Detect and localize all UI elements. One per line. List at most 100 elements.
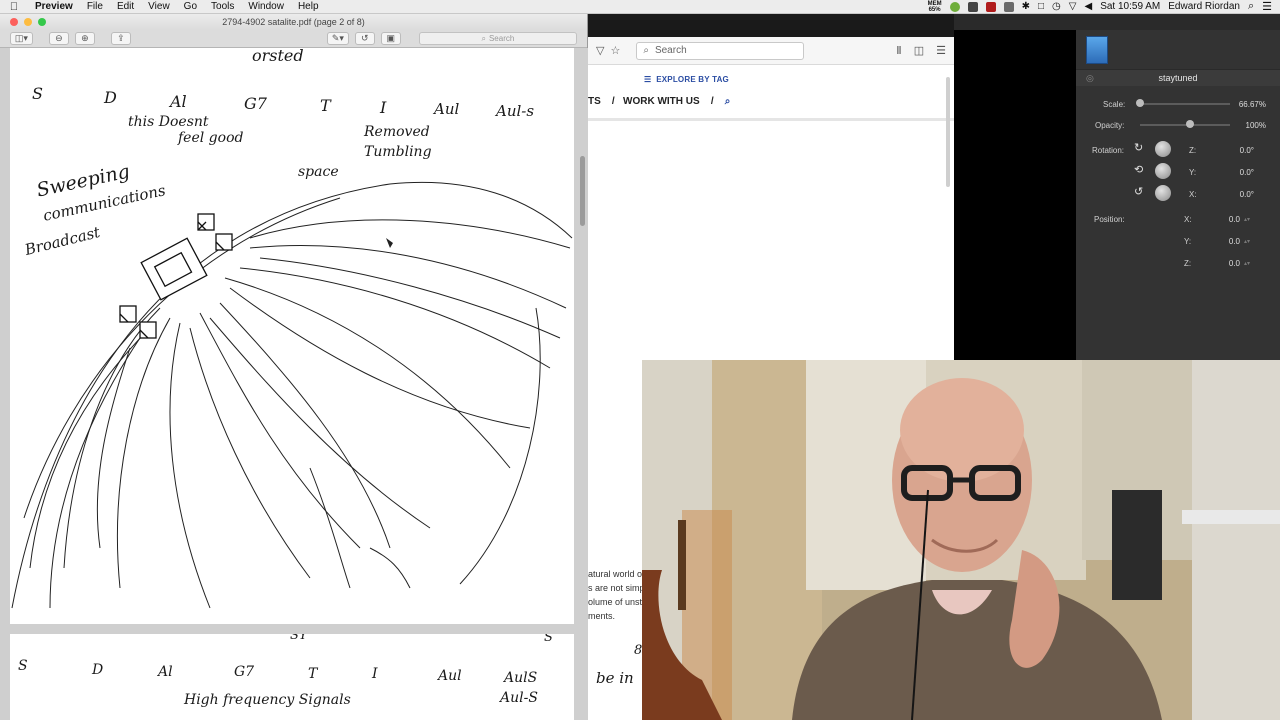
scale-value[interactable]: 66.67% (1198, 100, 1266, 109)
opacity-slider-knob[interactable] (1185, 120, 1194, 128)
note2-row-d: D (92, 662, 104, 678)
desktop:  Preview File Edit View Go Tools Window… (0, 0, 1280, 720)
pdf-pages-area[interactable]: orsted S D Al G7 T I Aul Aul-s this Does… (0, 48, 588, 720)
search-icon: ⌕ (481, 33, 486, 43)
menu-edit[interactable]: Edit (110, 1, 141, 12)
scale-slider-knob[interactable] (1136, 99, 1144, 107)
rotation-x-label: X: (1189, 190, 1197, 199)
rotation-z-dial[interactable] (1155, 141, 1171, 157)
menu-file[interactable]: File (80, 1, 110, 12)
sidebar-toggle-button[interactable]: ◫▾ (10, 32, 33, 45)
menu-window[interactable]: Window (241, 1, 291, 12)
menu-view[interactable]: View (141, 1, 177, 12)
notification-center-icon[interactable]: ☰ (1262, 0, 1272, 13)
nav-item-partial[interactable]: TS (588, 96, 601, 107)
site-search-icon[interactable]: ⌕ (725, 96, 731, 107)
rotate-z-icon: ↻ (1134, 142, 1144, 154)
rotation-x-dial[interactable] (1155, 185, 1171, 201)
clock[interactable]: Sat 10:59 AM (1100, 1, 1160, 12)
rotation-y-value[interactable]: 0.0° (1206, 168, 1254, 177)
opacity-value[interactable]: 100% (1198, 121, 1266, 130)
position-y-stepper[interactable]: ▴▾ (1244, 238, 1250, 245)
note2-row-g7: G7 (234, 664, 255, 680)
share-icon: ⇪ (117, 33, 125, 43)
tray-app-icon[interactable] (967, 1, 978, 12)
markup-button[interactable]: ✎▾ (326, 32, 349, 45)
screen-icon[interactable] (1003, 1, 1014, 12)
menu-go[interactable]: Go (177, 1, 204, 12)
rotation-y-dial[interactable] (1155, 163, 1171, 179)
pdf-page[interactable]: orsted S D Al G7 T I Aul Aul-s this Does… (10, 48, 574, 624)
position-y-value[interactable]: 0.0 (1196, 237, 1240, 246)
hamburger-menu-icon[interactable]: ☰ (936, 44, 946, 57)
browser-scrollbar[interactable] (946, 77, 950, 187)
volume-icon[interactable]: ◀ (1084, 1, 1092, 12)
spotlight-icon[interactable]: ⌕ (1248, 0, 1254, 13)
preview-toolbar: ◫▾ ⊖ ⊕ ⇪ ✎▾ ↺ ▣ ⌕ Search (0, 30, 587, 48)
clock-menu-icon[interactable]: ◷ (1052, 1, 1061, 12)
layer-name: staytuned (1158, 73, 1198, 83)
layer-name-bar: ◎ staytuned (1076, 70, 1280, 86)
nav-separator-2: / (710, 96, 714, 107)
rotate-x-icon: ↺ (1134, 186, 1144, 198)
rotation-label: Rotation: (1092, 146, 1125, 155)
toolbox-icon: ▣ (386, 33, 396, 43)
site-navigation: ☰ EXPLORE BY TAG TS / WORK WITH US / ⌕ (588, 65, 954, 121)
position-z-stepper[interactable]: ▴▾ (1244, 260, 1250, 267)
sidebar-icon[interactable]: ◫ (914, 44, 924, 57)
list-icon: ☰ (644, 75, 652, 84)
preview-scrollbar[interactable] (580, 156, 585, 226)
webcam-image (642, 360, 1280, 720)
position-x-stepper[interactable]: ▴▾ (1244, 216, 1250, 223)
position-label: Position: (1094, 215, 1125, 224)
source-thumbnail-icon[interactable] (1086, 36, 1108, 64)
record-icon[interactable] (985, 1, 996, 12)
rotation-x-value[interactable]: 0.0° (1206, 190, 1254, 199)
preview-titlebar: 2794-4902 satalite.pdf (page 2 of 8) (0, 14, 587, 30)
library-icon[interactable]: Ⅱ (896, 44, 901, 57)
video-canvas (954, 30, 1076, 360)
position-x-value[interactable]: 0.0 (1196, 215, 1240, 224)
bluetooth-icon[interactable]: ✱ (1022, 1, 1030, 12)
zoom-in-button[interactable]: ⊕ (74, 32, 95, 45)
rotation-y-label: Y: (1189, 168, 1197, 177)
share-button[interactable]: ⇪ (110, 32, 131, 45)
inspector-panel: ◎ staytuned Scale: 66.67% Opacity: 100% … (1076, 30, 1280, 360)
nav-work-with-us[interactable]: WORK WITH US (623, 96, 700, 107)
position-x-label: X: (1184, 215, 1192, 224)
pdf-page-next[interactable]: SY S S D Al G7 T I Aul AulS High frequen… (10, 634, 574, 720)
preview-window: 2794-4902 satalite.pdf (page 2 of 8) ◫▾ … (0, 14, 588, 720)
browser-search-input[interactable]: ⌕ Search (636, 41, 805, 60)
display-icon[interactable]: □ (1038, 1, 1044, 12)
menu-help[interactable]: Help (291, 1, 326, 12)
pen-icon: ✎▾ (331, 33, 344, 43)
position-z-value[interactable]: 0.0 (1196, 259, 1240, 268)
satellite-sketch (11, 181, 573, 609)
apple-icon[interactable]:  (0, 1, 28, 13)
menu-app-name[interactable]: Preview (28, 1, 80, 12)
rotation-z-label: Z: (1189, 146, 1197, 155)
menu-tools[interactable]: Tools (204, 1, 241, 12)
toolbox-button[interactable]: ▣ (380, 32, 401, 45)
rotate-button[interactable]: ↺ (354, 32, 375, 45)
menu-bar:  Preview File Edit View Go Tools Window… (0, 0, 1280, 14)
rotation-z-value[interactable]: 0.0° (1206, 146, 1254, 155)
explore-by-tag-link[interactable]: ☰ EXPLORE BY TAG (644, 75, 729, 84)
preview-search-input[interactable]: ⌕ Search (418, 32, 577, 45)
rotate-icon: ↺ (361, 33, 369, 43)
bookmark-star-icon[interactable]: ☆ (610, 44, 620, 57)
globe-icon[interactable]: ◎ (1086, 73, 1094, 84)
document-title: 2794-4902 satalite.pdf (page 2 of 8) (222, 17, 365, 27)
memory-indicator[interactable]: MEM 65% (928, 1, 942, 13)
browser-toolbar: ▽ ☆ ⌕ Search Ⅱ ◫ ☰ (588, 37, 954, 65)
wifi-icon[interactable]: ▽ (1069, 1, 1077, 12)
note2-row-i: I (372, 666, 378, 682)
zoom-out-button[interactable]: ⊖ (48, 32, 69, 45)
note2-row-aul: Aul (438, 668, 462, 684)
nav-links: TS / WORK WITH US / ⌕ (588, 96, 730, 107)
user-name[interactable]: Edward Riordan (1168, 1, 1240, 12)
note2-row-s: S (18, 658, 28, 674)
pocket-icon[interactable]: ▽ (596, 44, 604, 57)
status-dot-icon[interactable] (949, 1, 960, 12)
position-y-label: Y: (1184, 237, 1192, 246)
